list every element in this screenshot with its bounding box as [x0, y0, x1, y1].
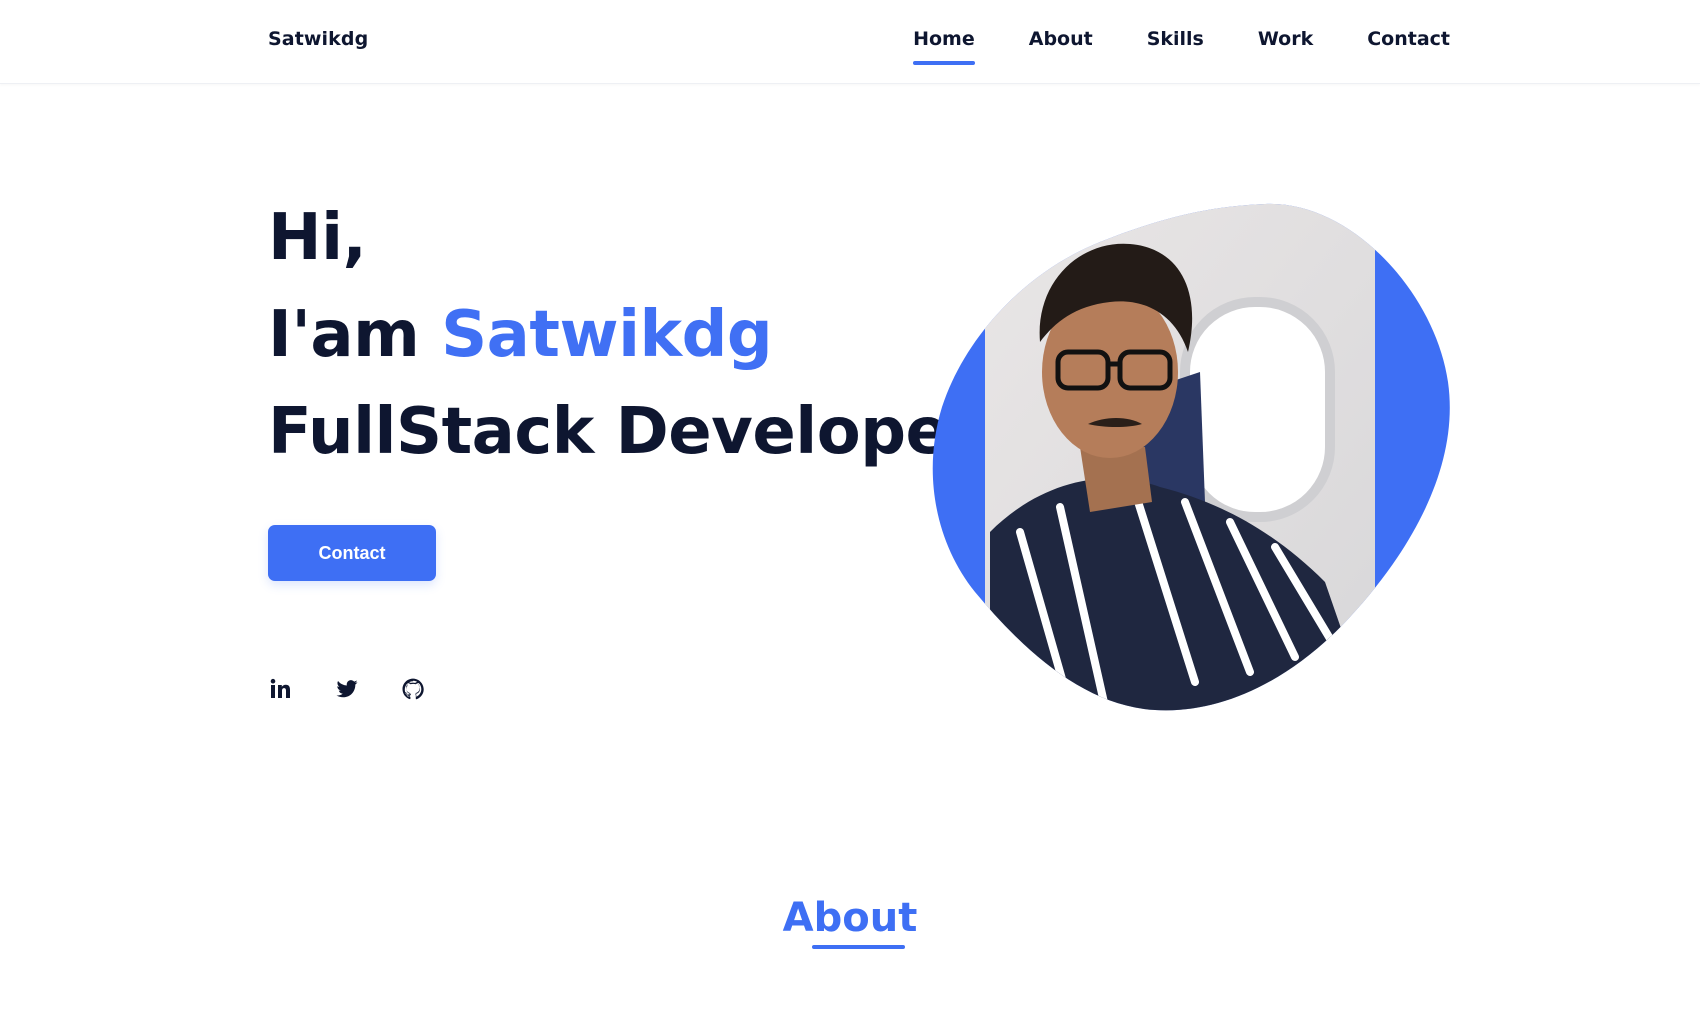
hero-greeting: Hi, [268, 201, 367, 275]
hero-intro-prefix: I'am [268, 298, 442, 372]
main-nav: Home About Skills Work Contact [913, 28, 1450, 65]
hero-role: FullStack Developer [268, 395, 980, 469]
about-heading: About [782, 895, 918, 941]
profile-blob [932, 203, 1450, 711]
social-links [268, 676, 426, 702]
nav-home[interactable]: Home [913, 28, 975, 65]
nav-contact[interactable]: Contact [1367, 28, 1450, 50]
site-header: Satwikdg Home About Skills Work Contact [0, 0, 1700, 84]
hero-text: Hi, I'am Satwikdg FullStack Developer [268, 190, 988, 481]
twitter-icon[interactable] [334, 676, 360, 702]
github-icon[interactable] [400, 676, 426, 702]
contact-button[interactable]: Contact [268, 525, 436, 581]
profile-photo [930, 202, 1450, 712]
about-heading-underline [812, 945, 905, 949]
nav-skills[interactable]: Skills [1147, 28, 1204, 50]
hero-intro: I'am Satwikdg [268, 287, 988, 384]
site-logo[interactable]: Satwikdg [268, 28, 368, 50]
linkedin-icon[interactable] [268, 676, 294, 702]
nav-work[interactable]: Work [1258, 28, 1313, 50]
hero-name: Satwikdg [441, 298, 773, 372]
nav-about[interactable]: About [1029, 28, 1093, 50]
